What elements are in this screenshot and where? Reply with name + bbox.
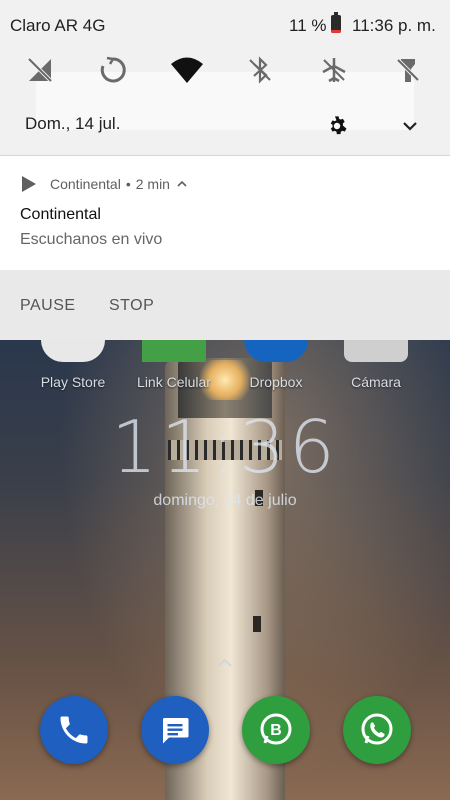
app-play-store[interactable]: Play Store xyxy=(23,340,123,390)
camera-icon xyxy=(344,340,408,362)
separator-dot: • xyxy=(125,176,131,192)
quick-settings-row xyxy=(0,52,450,88)
chevron-down-icon[interactable] xyxy=(399,115,421,137)
flashlight-off-icon xyxy=(396,58,420,82)
notification-app-name: Continental xyxy=(50,176,121,192)
qs-flashlight[interactable] xyxy=(390,52,426,88)
home-date: domingo, 14 de julio xyxy=(153,492,297,509)
app-label: Dropbox xyxy=(249,374,303,390)
status-time: 11:36 p. m. xyxy=(352,16,436,35)
messages-icon xyxy=(163,718,189,744)
settings-gear-icon[interactable] xyxy=(326,115,348,137)
battery-icon xyxy=(331,12,341,33)
link-celular-icon xyxy=(142,340,206,362)
app-camara[interactable]: Cámara xyxy=(326,340,426,390)
qs-wifi[interactable] xyxy=(169,52,205,88)
app-label: Cámara xyxy=(351,374,401,390)
qs-airplane[interactable] xyxy=(316,52,352,88)
lighthouse-window xyxy=(253,616,261,632)
qs-auto-rotate[interactable] xyxy=(95,52,131,88)
media-notification[interactable]: Continental • 2 min Continental Escuchan… xyxy=(0,156,450,270)
battery-percent: 11 % xyxy=(289,16,327,35)
qs-mobile-data[interactable] xyxy=(22,52,58,88)
dock-phone[interactable] xyxy=(40,696,108,764)
play-icon xyxy=(22,176,36,192)
dock-messages[interactable] xyxy=(141,696,209,764)
whatsapp-business-icon: B xyxy=(260,713,292,745)
chevron-up-icon[interactable] xyxy=(214,652,236,674)
wifi-icon xyxy=(171,57,203,83)
app-link-celular[interactable]: Link Celular xyxy=(124,340,224,390)
whatsapp-icon xyxy=(361,713,393,745)
auto-rotate-icon xyxy=(100,56,126,83)
app-label: Link Celular xyxy=(137,374,211,390)
notification-header: Continental • 2 min xyxy=(22,176,189,192)
svg-text:B: B xyxy=(270,722,282,739)
chevron-up-icon[interactable] xyxy=(175,179,189,189)
notification-title: Continental xyxy=(20,206,101,223)
phone-icon xyxy=(60,716,88,744)
mobile-data-off-icon xyxy=(27,57,53,83)
home-app-row: Play Store Link Celular Dropbox Cámara xyxy=(0,340,450,400)
dock-whatsapp-business[interactable]: B xyxy=(242,696,310,764)
dropbox-icon xyxy=(244,340,308,362)
qs-bluetooth[interactable] xyxy=(242,52,278,88)
dock-whatsapp[interactable] xyxy=(343,696,411,764)
home-clock: 11:36 xyxy=(111,405,339,489)
airplane-mode-off-icon xyxy=(322,58,346,83)
notification-actions: PAUSE STOP xyxy=(0,270,450,340)
app-dropbox[interactable]: Dropbox xyxy=(226,340,326,390)
app-label: Play Store xyxy=(40,374,106,390)
notification-text: Escuchanos en vivo xyxy=(20,231,163,248)
qs-date: Dom., 14 jul. xyxy=(25,114,121,133)
notification-age: 2 min xyxy=(135,176,170,192)
pause-button[interactable]: PAUSE xyxy=(20,297,76,315)
status-bar: Claro AR 4G 11 % 11:36 p. m. xyxy=(0,0,450,48)
quick-settings-panel: Claro AR 4G 11 % 11:36 p. m. Dom., 14 ju… xyxy=(0,0,450,156)
bluetooth-off-icon xyxy=(249,56,271,84)
stop-button[interactable]: STOP xyxy=(109,297,154,315)
carrier-label: Claro AR 4G xyxy=(10,16,106,35)
play-store-icon xyxy=(41,340,105,362)
battery-level xyxy=(331,30,341,33)
